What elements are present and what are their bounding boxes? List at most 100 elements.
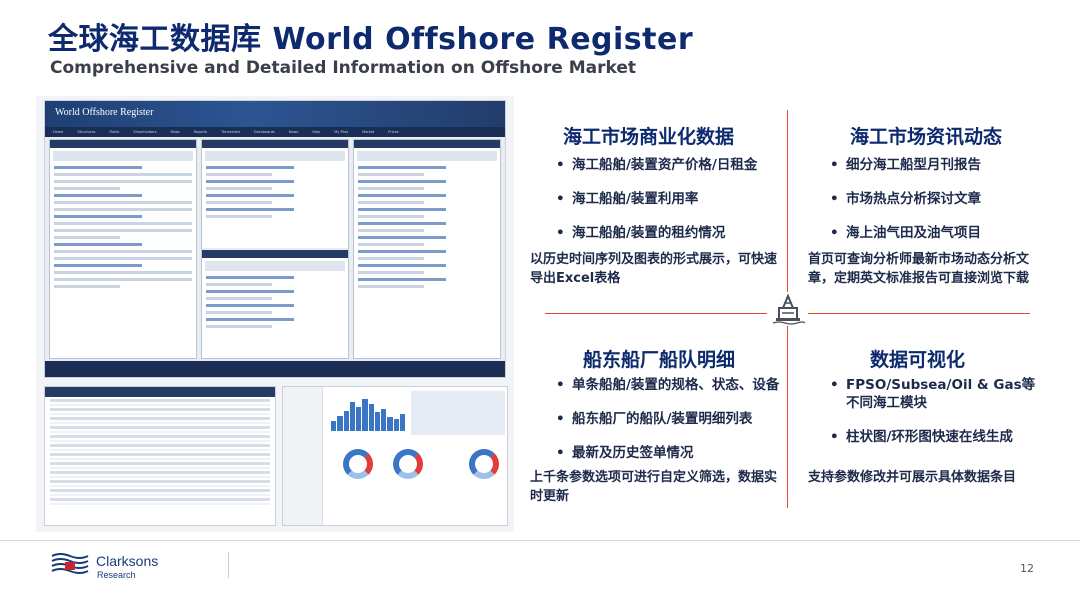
- panel-search-box[interactable]: [205, 151, 345, 161]
- article-text: [54, 236, 120, 239]
- news-date: [358, 201, 424, 204]
- nav-item[interactable]: Market: [362, 130, 374, 134]
- result-text: [206, 283, 272, 286]
- brand-separator: [228, 552, 229, 578]
- table-row: [50, 498, 270, 501]
- result-link[interactable]: [206, 318, 294, 321]
- footer-divider: [0, 540, 1080, 541]
- article-text: [54, 222, 192, 225]
- result-text: [206, 173, 272, 176]
- panel-header: [50, 140, 196, 148]
- news-link[interactable]: [358, 264, 446, 267]
- table-row: [50, 471, 270, 474]
- table-row: [50, 435, 270, 438]
- nav-item[interactable]: Shareholders: [133, 130, 156, 134]
- panel-search-box[interactable]: [205, 261, 345, 271]
- table-row: [50, 480, 270, 483]
- dashboard-sidebar: [283, 387, 323, 525]
- chart-bar: [362, 398, 368, 431]
- result-link[interactable]: [206, 276, 294, 279]
- news-date: [358, 285, 424, 288]
- commercial-bullet-list: 海工船舶/装置资产价格/日租金 海工船舶/装置利用率 海工船舶/装置的租约情况: [556, 156, 782, 258]
- chart-bar: [343, 410, 349, 431]
- article-link[interactable]: [54, 243, 142, 246]
- news-link[interactable]: [358, 222, 446, 225]
- result-link[interactable]: [206, 166, 294, 169]
- nav-item[interactable]: My Files: [334, 130, 348, 134]
- bullet-item: 细分海工船型月刊报告: [830, 156, 1050, 174]
- visual-bullet-list: FPSO/Subsea/Oil & Gas等不同海工模块 柱状图/环形图快速在线…: [830, 376, 1040, 462]
- table-row: [50, 421, 270, 424]
- result-text: [206, 187, 272, 190]
- search-panel: [201, 139, 349, 359]
- section-title-commercial: 海工市场商业化数据: [563, 126, 735, 148]
- result-link[interactable]: [206, 194, 294, 197]
- result-link[interactable]: [206, 304, 294, 307]
- horizontal-divider-right: [808, 313, 1030, 314]
- news-link[interactable]: [358, 166, 446, 169]
- table-row: [50, 475, 270, 478]
- news-link[interactable]: [358, 236, 446, 239]
- table-row: [50, 448, 270, 451]
- panel-header: [354, 140, 500, 148]
- nav-item[interactable]: Reports: [194, 130, 207, 134]
- news-link[interactable]: [358, 180, 446, 183]
- screenshot-collage: World Offshore Register Home Structures …: [36, 96, 514, 532]
- nav-item[interactable]: Structures: [77, 130, 95, 134]
- table-row: [50, 484, 270, 487]
- homepage-screenshot: World Offshore Register Home Structures …: [44, 100, 506, 378]
- article-link[interactable]: [54, 166, 142, 169]
- table-row: [50, 412, 270, 415]
- nav-item[interactable]: Home: [53, 130, 63, 134]
- news-link[interactable]: [358, 250, 446, 253]
- news-link[interactable]: [358, 208, 446, 211]
- homepage-panels: [49, 139, 501, 359]
- nav-item[interactable]: Help: [312, 130, 320, 134]
- article-link[interactable]: [54, 215, 142, 218]
- panel-header: [202, 250, 348, 258]
- section-title-fleet: 船东船厂船队明细: [583, 349, 736, 371]
- bullet-item: FPSO/Subsea/Oil & Gas等不同海工模块: [830, 376, 1040, 412]
- article-link[interactable]: [54, 194, 142, 197]
- news-link[interactable]: [358, 278, 446, 281]
- chart-bar: [331, 420, 337, 431]
- nav-item[interactable]: Dashboards: [254, 130, 275, 134]
- news-note: 首页可查询分析师最新市场动态分析文章，定期英文标准报告可直接浏览下载: [808, 252, 1030, 286]
- news-date: [358, 257, 424, 260]
- chart-bar: [349, 402, 355, 431]
- result-link[interactable]: [206, 180, 294, 183]
- bullet-item: 单条船舶/装置的规格、状态、设备: [556, 376, 786, 394]
- intelligence-panel: [353, 139, 501, 359]
- nav-item[interactable]: Maps: [170, 130, 179, 134]
- bullet-item: 海上油气田及油气项目: [830, 224, 1050, 242]
- oil-rig-icon: [770, 292, 806, 326]
- section-title-visual: 数据可视化: [870, 349, 966, 371]
- article-text: [54, 271, 192, 274]
- page-number: 12: [1020, 562, 1034, 575]
- nav-item[interactable]: News: [289, 130, 298, 134]
- fleet-bullet-list: 单条船舶/装置的规格、状态、设备 船东船厂的船队/装置明细列表 最新及历史签单情…: [556, 376, 786, 478]
- article-link[interactable]: [54, 264, 142, 267]
- analysis-panel: [49, 139, 197, 359]
- news-link[interactable]: [358, 194, 446, 197]
- nav-item[interactable]: Fields: [109, 130, 119, 134]
- table-row: [50, 439, 270, 442]
- result-link[interactable]: [206, 290, 294, 293]
- commercial-note: 以历史时间序列及图表的形式展示，可快速导出Excel表格: [530, 252, 778, 286]
- nav-item[interactable]: Timeseries: [221, 130, 240, 134]
- table-row: [50, 430, 270, 433]
- wor-banner: World Offshore Register: [45, 101, 505, 127]
- page-title: 全球海工数据库 World Offshore Register: [48, 22, 694, 57]
- table-row: [50, 444, 270, 447]
- nav-item[interactable]: Prices: [388, 130, 398, 134]
- table-row: [50, 457, 270, 460]
- wor-logo: World Offshore Register: [55, 107, 154, 118]
- panel-header: [202, 140, 348, 148]
- result-link[interactable]: [206, 208, 294, 211]
- bullet-item: 船东船厂的船队/装置明细列表: [556, 410, 786, 428]
- panel-search-box[interactable]: [357, 151, 497, 161]
- result-text: [206, 311, 272, 314]
- table-row: [50, 426, 270, 429]
- panel-search-box[interactable]: [53, 151, 193, 161]
- dashboard-bar-chart: [331, 397, 405, 431]
